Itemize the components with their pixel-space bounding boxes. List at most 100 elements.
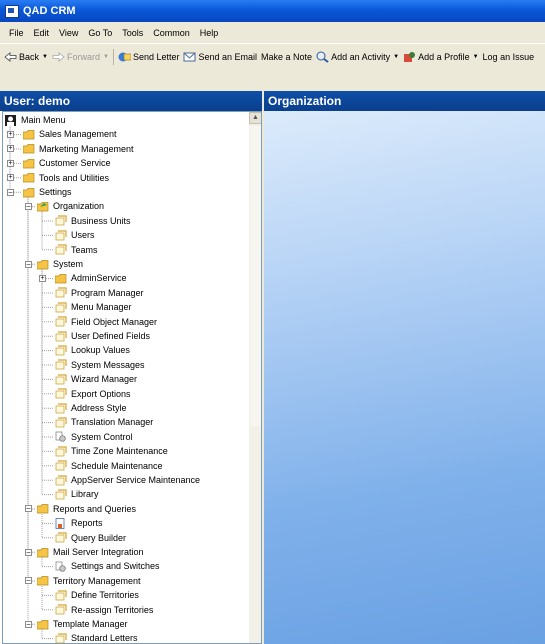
tree-item-translation-manager[interactable]: Translation Manager — [55, 415, 154, 429]
tree-item-reports-and-queries[interactable]: Reports and Queries — [37, 502, 137, 516]
tree-item-wizard-manager[interactable]: Wizard Manager — [55, 372, 138, 386]
tree-item-customer-service[interactable]: Customer Service — [23, 156, 112, 170]
form-icon — [55, 287, 67, 298]
menu-tools[interactable]: Tools — [122, 28, 143, 38]
tree-item-label: Reports — [71, 518, 103, 529]
tree-item-field-object-manager[interactable]: Field Object Manager — [55, 315, 158, 329]
tree-item-re-assign-territories[interactable]: Re-assign Territories — [55, 603, 154, 617]
menu-edit[interactable]: Edit — [34, 28, 50, 38]
tree-item-tools-and-utilities[interactable]: Tools and Utilities — [23, 171, 110, 185]
tree-item-system[interactable]: System — [37, 257, 84, 271]
tree-item-sales-management[interactable]: Sales Management — [23, 127, 118, 141]
log-issue-button[interactable]: Log an Issue — [483, 52, 535, 62]
forward-button[interactable]: Forward ▼ — [52, 51, 109, 63]
collapse-minus-icon[interactable]: – — [25, 202, 32, 210]
tree-item-teams[interactable]: Teams — [55, 243, 99, 257]
tree-item-schedule-maintenance[interactable]: Schedule Maintenance — [55, 459, 164, 473]
expand-plus-icon[interactable]: + — [7, 174, 14, 182]
tree-item-main-menu[interactable]: Main Menu — [5, 113, 67, 127]
tree-item-query-builder[interactable]: Query Builder — [55, 531, 127, 545]
collapse-minus-icon[interactable]: – — [25, 505, 32, 513]
dropdown-arrow-icon: ▼ — [42, 54, 48, 60]
tree-item-system-messages[interactable]: System Messages — [55, 358, 146, 372]
toolbar-spacer — [0, 70, 545, 91]
menu-help[interactable]: Help — [200, 28, 219, 38]
left-panel-header: User: demo — [0, 91, 262, 111]
tree-item-library[interactable]: Library — [55, 487, 100, 501]
tree-item-system-control[interactable]: System Control — [55, 430, 134, 444]
tree-item-label: Query Builder — [71, 532, 127, 543]
tree-item-lookup-values[interactable]: Lookup Values — [55, 343, 131, 357]
tree-item-time-zone-maintenance[interactable]: Time Zone Maintenance — [55, 444, 169, 458]
collapse-minus-icon[interactable]: – — [25, 577, 32, 585]
tree-item-territory-management[interactable]: Territory Management — [37, 574, 142, 588]
add-profile-label: Add a Profile — [418, 52, 470, 62]
expand-plus-icon[interactable]: + — [7, 159, 14, 167]
scroll-thumb[interactable] — [250, 126, 261, 426]
tree-item-mail-server-integration[interactable]: Mail Server Integration — [37, 545, 145, 559]
collapse-minus-icon[interactable]: – — [25, 620, 32, 628]
scroll-up-arrow-icon[interactable]: ▲ — [249, 112, 261, 124]
form-icon — [55, 446, 67, 457]
expand-plus-icon[interactable]: + — [39, 274, 46, 282]
tree-item-settings[interactable]: Settings — [23, 185, 73, 199]
tree-item-label: Lookup Values — [71, 345, 130, 356]
make-note-button[interactable]: Make a Note — [261, 52, 312, 62]
form-icon — [55, 460, 67, 471]
tree-item-export-options[interactable]: Export Options — [55, 387, 132, 401]
forward-arrow-icon — [52, 52, 65, 62]
tree-item-label: Menu Manager — [71, 302, 132, 313]
add-profile-button[interactable]: Add a Profile ▼ — [403, 51, 479, 63]
tree-item-users[interactable]: Users — [55, 228, 96, 242]
collapse-minus-icon[interactable]: – — [7, 188, 14, 196]
collapse-minus-icon[interactable]: – — [25, 548, 32, 556]
collapse-minus-icon[interactable]: – — [25, 260, 32, 268]
tree-item-adminservice[interactable]: AdminService — [55, 271, 128, 285]
tree-item-label: Library — [71, 489, 99, 500]
left-panel-title: User: demo — [4, 94, 71, 108]
folder-open-icon — [37, 201, 49, 212]
tree-item-standard-letters[interactable]: Standard Letters — [55, 631, 139, 644]
tree-item-menu-manager[interactable]: Menu Manager — [55, 300, 133, 314]
menu-common[interactable]: Common — [153, 28, 190, 38]
tree-item-label: Time Zone Maintenance — [71, 446, 168, 457]
expand-plus-icon[interactable]: + — [7, 145, 14, 153]
tree-item-user-defined-fields[interactable]: User Defined Fields — [55, 329, 151, 343]
menu-goto[interactable]: Go To — [88, 28, 112, 38]
tree-item-marketing-management[interactable]: Marketing Management — [23, 142, 135, 156]
organization-content-area — [264, 111, 545, 644]
tree-item-label: Settings — [39, 187, 72, 197]
tree-item-appserver-service-maintenance[interactable]: AppServer Service Maintenance — [55, 473, 201, 487]
right-panel-title: Organization — [268, 94, 342, 108]
tree-item-define-territories[interactable]: Define Territories — [55, 588, 140, 602]
form-icon — [55, 215, 67, 226]
tree-item-reports[interactable]: Reports — [55, 516, 104, 530]
tree-scrollbar[interactable]: ▲ — [249, 112, 261, 643]
dropdown-arrow-icon: ▼ — [472, 54, 479, 60]
tree-item-settings-and-switches[interactable]: Settings and Switches — [55, 559, 161, 573]
form-icon — [55, 388, 67, 399]
form-icon — [55, 345, 67, 356]
send-letter-label: Send Letter — [132, 52, 180, 62]
form-icon — [55, 417, 67, 428]
tree-item-business-units[interactable]: Business Units — [55, 214, 132, 228]
send-email-button[interactable]: Send an Email — [183, 51, 257, 63]
send-letter-button[interactable]: Send Letter — [118, 51, 180, 63]
tree-item-template-manager[interactable]: Template Manager — [37, 617, 129, 631]
back-button[interactable]: Back ▼ — [4, 51, 48, 63]
window-title: QAD CRM — [23, 5, 76, 17]
tree-item-label: Tools and Utilities — [39, 172, 110, 183]
menu-view[interactable]: View — [59, 28, 78, 38]
email-icon — [183, 52, 196, 62]
menu-file[interactable]: File — [9, 28, 24, 38]
tree-item-organization[interactable]: Organization — [37, 199, 106, 213]
tree-item-label: Standard Letters — [71, 633, 138, 644]
tree-item-address-style[interactable]: Address Style — [55, 401, 128, 415]
tree-item-program-manager[interactable]: Program Manager — [55, 286, 145, 300]
form-icon — [55, 489, 67, 500]
tree-item-label: Territory Management — [53, 575, 141, 586]
expand-plus-icon[interactable]: + — [7, 130, 14, 138]
menu-bar: File Edit View Go To Tools Common Help — [0, 22, 545, 43]
add-activity-button[interactable]: Add an Activity ▼ — [316, 51, 399, 63]
tree-item-label: AdminService — [71, 273, 127, 284]
